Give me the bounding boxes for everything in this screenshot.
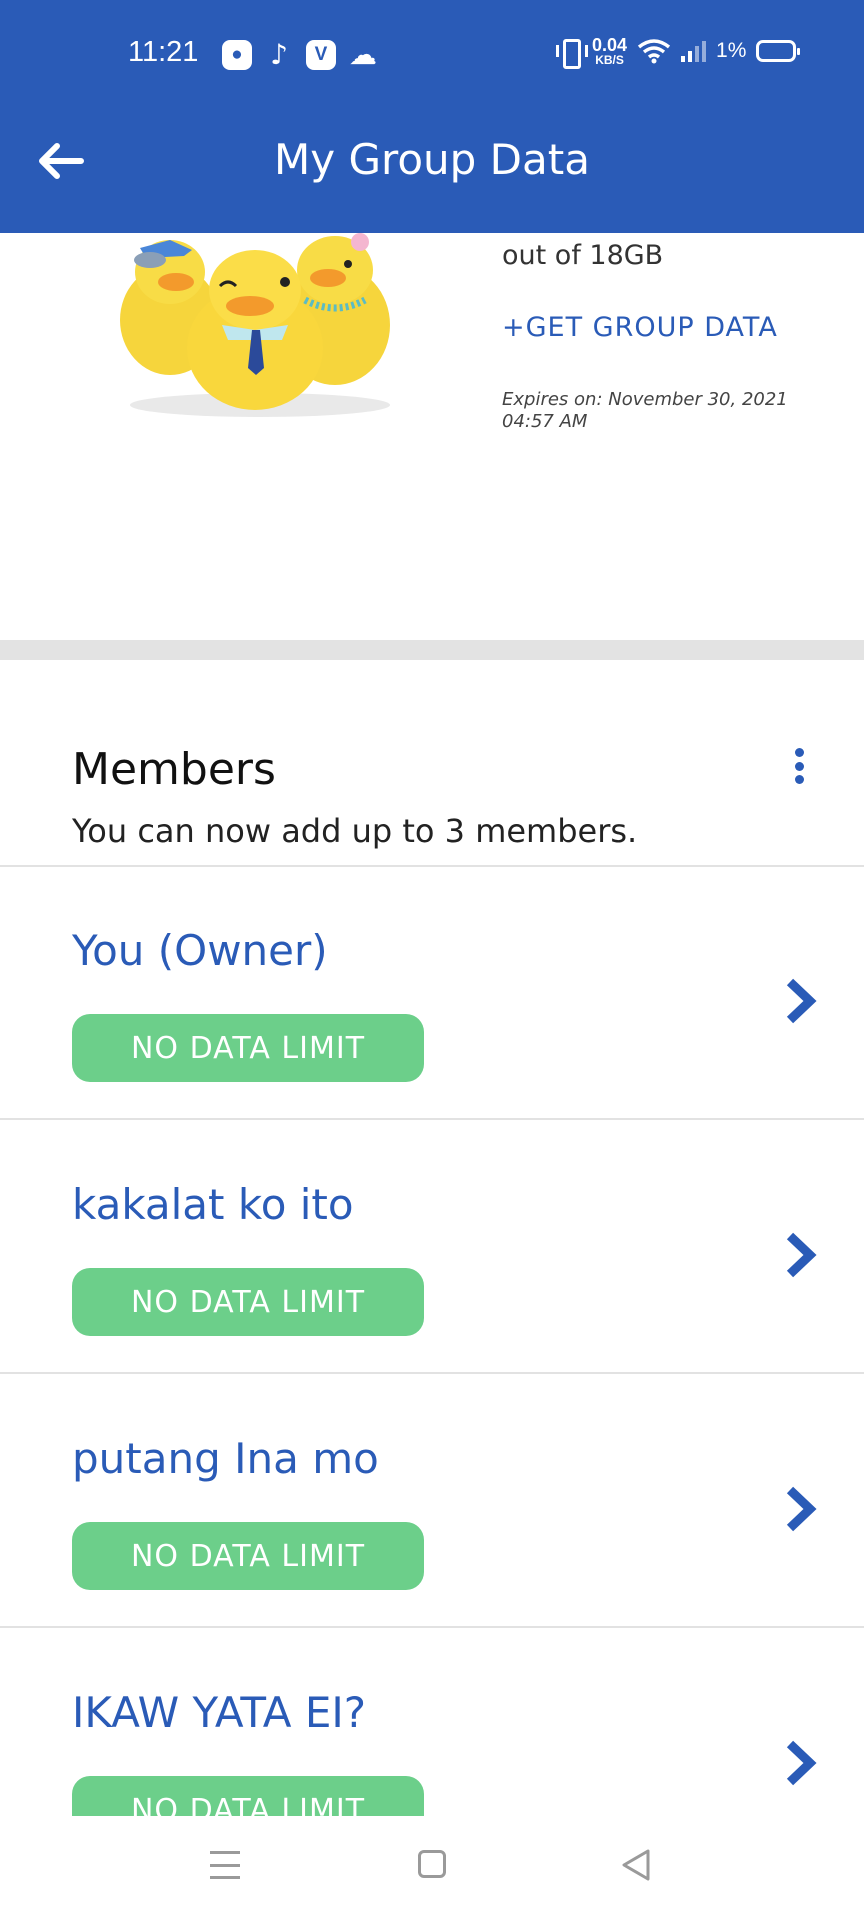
section-divider: [0, 640, 864, 660]
recents-button[interactable]: [210, 1851, 240, 1879]
status-time: 11:21: [128, 36, 199, 68]
member-row[interactable]: putang Ina mo NO DATA LIMIT: [0, 1374, 864, 1626]
data-limit-badge: NO DATA LIMIT: [72, 1776, 424, 1816]
viber-icon: V: [306, 40, 336, 70]
chevron-right-icon: [786, 978, 817, 1024]
notification-icons: ● ♪ V ☁: [222, 40, 378, 70]
battery-icon: [756, 40, 801, 62]
more-vert-icon: [794, 748, 804, 757]
data-limit-badge: NO DATA LIMIT: [72, 1268, 424, 1336]
more-options-button[interactable]: [784, 742, 814, 790]
tiktok-icon: ♪: [270, 38, 288, 71]
data-total: out of 18GB: [502, 240, 664, 271]
chevron-right-icon: [786, 1740, 817, 1786]
app-header: 11:21 ● ♪ V ☁ 0.04 KB/S 1% My Group Data: [0, 0, 864, 233]
get-group-data-link[interactable]: +GET GROUP DATA: [502, 311, 832, 345]
system-nav-bar: [0, 1816, 864, 1920]
wifi-icon: [637, 39, 671, 64]
members-title: Members: [72, 744, 276, 795]
system-icons: 0.04 KB/S 1%: [556, 36, 801, 69]
data-limit-badge: NO DATA LIMIT: [72, 1014, 424, 1082]
nav-back-button[interactable]: [620, 1848, 652, 1882]
ducks-illustration: [120, 233, 390, 417]
member-row[interactable]: IKAW YATA EI? NO DATA LIMIT: [0, 1628, 864, 1816]
expiry-date: Expires on: November 30, 2021 04:57 AM: [502, 389, 788, 432]
app-badge-icon: ●: [222, 40, 252, 70]
vibrate-icon: [556, 37, 588, 69]
member-row[interactable]: You (Owner) NO DATA LIMIT: [0, 866, 864, 1118]
chevron-right-icon: [786, 1486, 817, 1532]
signal-icon: [681, 40, 707, 62]
data-limit-badge: NO DATA LIMIT: [72, 1522, 424, 1590]
home-button[interactable]: [418, 1850, 446, 1878]
member-name: kakalat ko ito: [72, 1180, 354, 1229]
chevron-right-icon: [786, 1232, 817, 1278]
network-speed: 0.04 KB/S: [592, 36, 627, 66]
status-bar: 11:21 ● ♪ V ☁ 0.04 KB/S 1%: [0, 0, 864, 110]
member-name: putang Ina mo: [72, 1434, 379, 1483]
page-title: My Group Data: [274, 135, 590, 184]
speed-unit: KB/S: [595, 53, 624, 67]
battery-percent: 1%: [716, 39, 747, 62]
member-name: IKAW YATA EI?: [72, 1688, 367, 1737]
members-subtitle: You can now add up to 3 members.: [72, 812, 638, 850]
list-viewport: IKAW YATA EI? NO DATA LIMIT: [0, 1616, 864, 1816]
member-name: You (Owner): [72, 926, 328, 975]
cloud-icon: ☁: [349, 38, 377, 71]
member-row[interactable]: kakalat ko ito NO DATA LIMIT: [0, 1120, 864, 1372]
speed-value: 0.04: [592, 35, 628, 55]
group-data-summary: out of 18GB +GET GROUP DATA Expires on: …: [502, 240, 832, 433]
